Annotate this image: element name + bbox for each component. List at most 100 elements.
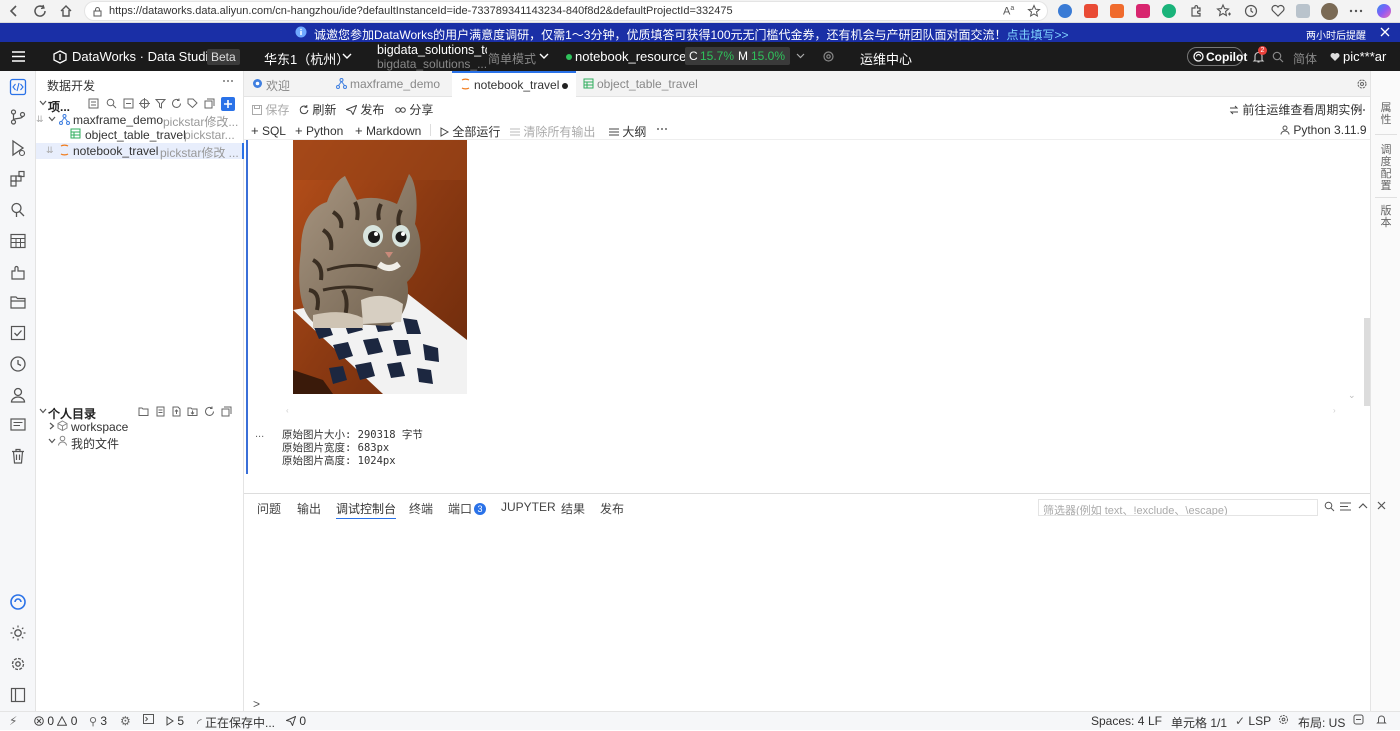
schedule-config-tab[interactable]: 调度配置 xyxy=(1380,144,1392,192)
collapse-all-icon[interactable] xyxy=(221,406,232,417)
trash-icon[interactable] xyxy=(9,447,27,465)
extension-green-icon[interactable] xyxy=(1162,4,1176,18)
user-account-menu[interactable]: pic***ar xyxy=(1343,49,1386,64)
extension-shield-icon[interactable] xyxy=(1058,4,1072,18)
add-python-cell-button[interactable]: + Python xyxy=(295,123,343,138)
more-actions-icon[interactable] xyxy=(1354,104,1366,116)
new-file-icon[interactable] xyxy=(155,406,166,417)
output-more-icon[interactable]: ... xyxy=(255,428,264,440)
tab-notebook-travel[interactable]: notebook_travel xyxy=(452,71,576,97)
browser-essentials-icon[interactable] xyxy=(1270,3,1286,19)
sync-icon[interactable] xyxy=(171,98,182,109)
extensions-icon[interactable] xyxy=(9,170,27,188)
problems-status[interactable]: 0 0 xyxy=(34,714,77,728)
properties-tab[interactable]: 属性 xyxy=(1380,102,1392,126)
eol-status[interactable]: LF xyxy=(1148,714,1162,728)
reload-icon[interactable] xyxy=(32,3,48,19)
kernel-selector[interactable]: Python 3.11.9 xyxy=(1280,123,1367,137)
add-sql-cell-button[interactable]: + SQL xyxy=(251,123,286,138)
workspace-selector[interactable]: bigdata_solutions_tc bigdata_solutions_.… xyxy=(377,42,487,71)
hamburger-menu-icon[interactable] xyxy=(12,51,25,62)
toggle-sidebar-icon[interactable] xyxy=(9,686,27,704)
component-icon[interactable] xyxy=(9,263,27,281)
tree-item-workspace[interactable]: workspace xyxy=(36,419,244,435)
clear-console-icon[interactable] xyxy=(1340,502,1351,511)
more-actions-icon[interactable] xyxy=(222,75,234,87)
tab-output[interactable]: 输出 xyxy=(297,500,321,517)
search-icon[interactable] xyxy=(1324,501,1335,512)
search-icon[interactable] xyxy=(1272,51,1284,63)
schedule-clock-icon[interactable] xyxy=(9,355,27,373)
personal-directory-row[interactable]: 个人目录 xyxy=(36,404,244,421)
notebook-editor[interactable]: ‹ › ⌄ ... 原始图片大小: 290318 字节 原始图片宽度: 683px… xyxy=(244,140,1370,493)
settings-gear-icon[interactable] xyxy=(822,50,835,63)
tab-ports[interactable]: 端口 3 xyxy=(448,500,487,517)
add-markdown-cell-button[interactable]: + Markdown xyxy=(355,123,421,138)
tab-terminal[interactable]: 终端 xyxy=(409,500,433,517)
data-map-icon[interactable] xyxy=(9,201,27,219)
goto-ops-button[interactable]: 前往运维查看周期实例 xyxy=(1229,101,1362,118)
sends-status[interactable]: 0 xyxy=(286,714,306,728)
share-button[interactable]: 分享 xyxy=(395,101,433,118)
tab-results[interactable]: 结果 xyxy=(561,500,585,517)
collapse-all-icon[interactable] xyxy=(204,98,215,109)
editor-settings-icon[interactable] xyxy=(1356,78,1368,90)
extension-red-icon[interactable] xyxy=(1084,4,1098,18)
remote-icon[interactable]: ⚡ xyxy=(9,714,17,728)
task-checklist-icon[interactable] xyxy=(9,324,27,342)
tab-publish[interactable]: 发布 xyxy=(600,500,624,517)
tree-item-notebook-travel[interactable]: ⇊ notebook_travel pickstar修改 ... xyxy=(36,143,244,160)
ops-center-link[interactable]: 运维中心 xyxy=(860,49,912,68)
new-node-icon[interactable] xyxy=(88,98,99,109)
refresh-icon[interactable] xyxy=(204,406,215,417)
account-sync-icon[interactable] xyxy=(1353,714,1364,725)
scroll-left-icon[interactable]: ‹ xyxy=(286,406,289,415)
save-button[interactable]: 保存 xyxy=(252,101,289,118)
clear-outputs-button[interactable]: 清除所有输出 xyxy=(510,123,595,140)
tab-jupyter[interactable]: JUPYTER xyxy=(501,500,556,514)
scroll-right-icon[interactable]: › xyxy=(1333,406,1336,415)
more-actions-icon[interactable] xyxy=(656,127,668,131)
publish-button[interactable]: 发布 xyxy=(346,101,384,118)
refresh-button[interactable]: 刷新 xyxy=(299,101,336,118)
unsaved-dot-icon[interactable] xyxy=(562,83,568,89)
indentation-status[interactable]: Spaces: 4 xyxy=(1091,714,1144,728)
upload-file-icon[interactable] xyxy=(171,406,182,417)
favorites-icon[interactable] xyxy=(1216,3,1232,19)
read-aloud-icon[interactable]: Aa xyxy=(1003,5,1014,18)
chevron-down-icon[interactable] xyxy=(796,53,805,59)
outline-button[interactable]: 大纲 xyxy=(609,123,646,140)
notifications-bell-icon[interactable] xyxy=(1376,714,1387,725)
favorite-star-icon[interactable] xyxy=(1027,4,1041,18)
create-new-button[interactable] xyxy=(221,97,235,111)
settings-icon[interactable] xyxy=(9,655,27,673)
copilot-browser-icon[interactable] xyxy=(1377,4,1391,18)
browser-menu-icon[interactable] xyxy=(1348,3,1364,19)
lsp-status[interactable]: ✓ LSP xyxy=(1235,714,1271,728)
table-icon[interactable] xyxy=(9,232,27,250)
close-panel-icon[interactable] xyxy=(1377,501,1386,510)
new-folder-icon[interactable] xyxy=(138,406,149,417)
tree-item-object-table-travel[interactable]: object_table_travel pickstar... xyxy=(36,127,244,143)
tab-welcome[interactable]: 欢迎 xyxy=(244,71,328,97)
tree-item-my-files[interactable]: 我的文件 xyxy=(36,434,244,451)
user-profile-icon[interactable] xyxy=(9,386,27,404)
home-icon[interactable] xyxy=(58,3,74,19)
mode-selector[interactable]: 简单模式 xyxy=(488,50,536,67)
run-debug-icon[interactable] xyxy=(9,139,27,157)
extensions-puzzle-icon[interactable] xyxy=(1188,3,1204,19)
tab-maxframe-demo[interactable]: maxframe_demo xyxy=(328,71,452,97)
tree-item-maxframe-demo[interactable]: ⇊ maxframe_demo pickstar修改... xyxy=(36,112,244,129)
locate-icon[interactable] xyxy=(139,98,150,109)
terminal-icon[interactable] xyxy=(143,714,154,724)
console-prompt[interactable]: > xyxy=(253,697,260,711)
folder-icon[interactable] xyxy=(9,293,27,311)
history-icon[interactable] xyxy=(1243,3,1259,19)
back-icon[interactable] xyxy=(6,3,22,19)
version-tab[interactable]: 版本 xyxy=(1380,205,1392,229)
banner-link[interactable]: 点击填写>> xyxy=(1007,28,1069,42)
tab-object-table-travel[interactable]: object_table_travel xyxy=(576,71,706,97)
region-selector[interactable]: 华东1（杭州） xyxy=(264,49,349,68)
debug-icon[interactable]: ⚙ xyxy=(120,714,131,728)
data-development-icon[interactable] xyxy=(9,78,27,96)
